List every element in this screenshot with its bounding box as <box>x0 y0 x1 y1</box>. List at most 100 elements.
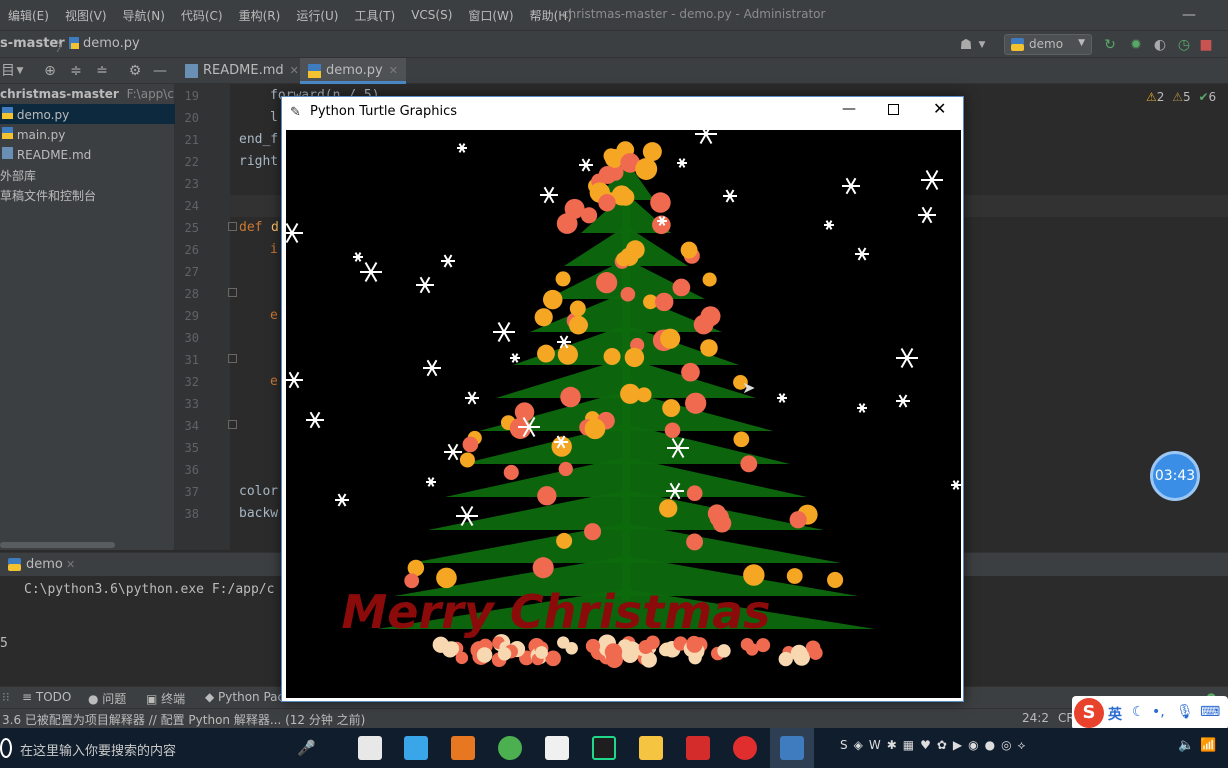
cortana-icon[interactable] <box>0 738 12 758</box>
tree-root[interactable]: christmas-master F:\app\chri <box>0 84 175 104</box>
fold-marker-icon[interactable] <box>228 222 237 231</box>
fold-marker-icon[interactable] <box>228 288 237 297</box>
project-toolbar: 目 ▼ ⊕ ≑ ≐ ⚙ — <box>0 58 175 84</box>
line-number: 34 <box>184 419 199 433</box>
app-video-editor-icon[interactable] <box>545 736 569 760</box>
app-file-explorer-icon[interactable] <box>639 736 663 760</box>
markdown-file-icon <box>2 147 13 159</box>
taskbar-search[interactable]: 在这里输入你要搜索的内容 <box>20 740 176 759</box>
status-message[interactable]: 3.6 已被配置为项目解释器 // 配置 Python 解释器... (12 分… <box>2 711 365 728</box>
app-wps-icon[interactable] <box>686 736 710 760</box>
close-icon[interactable]: ✕ <box>389 64 398 77</box>
menu-vcs[interactable]: VCS(S) <box>403 8 460 22</box>
ornament <box>662 399 681 417</box>
recording-timer[interactable]: 03:43 <box>1150 451 1200 501</box>
keyboard-icon[interactable]: ⌨ <box>1200 704 1220 720</box>
tree-item-main[interactable]: main.py <box>0 124 175 144</box>
terminal-tool-button[interactable]: ▣ 终端 <box>146 690 185 707</box>
gear-icon[interactable]: ⚙ <box>127 63 143 79</box>
tab-demo[interactable]: demo.py ✕ <box>300 58 406 84</box>
snowflake <box>855 247 869 261</box>
menu-refactor[interactable]: 重构(R) <box>231 7 289 24</box>
run-tab-label[interactable]: demo <box>26 557 63 572</box>
debug-icon[interactable]: ✹ <box>1128 37 1144 53</box>
moon-icon[interactable]: ☾ <box>1132 704 1145 720</box>
tree-item-external-libs[interactable]: 外部库 <box>0 164 175 184</box>
menu-view[interactable]: 视图(V) <box>57 7 115 24</box>
app-matlab-icon[interactable] <box>451 736 475 760</box>
minimize-button[interactable]: — <box>1178 4 1200 26</box>
network-icon[interactable]: 📶 <box>1200 738 1216 753</box>
ornament <box>584 523 602 541</box>
fold-marker-icon[interactable] <box>228 420 237 429</box>
chevron-down-icon[interactable]: ▼ <box>12 63 28 79</box>
todo-tool-button[interactable]: ≡ TODO <box>22 690 71 704</box>
menu-navigate[interactable]: 导航(N) <box>115 7 173 24</box>
app-pycharm-icon[interactable] <box>592 736 616 760</box>
taskbar: 在这里输入你要搜索的内容 🎤 S◈W✱▦♥✿▶◉●◎⟡ 🔈 📶 <box>0 728 1228 768</box>
line-number: 33 <box>184 397 199 411</box>
close-button[interactable]: ✕ <box>933 99 946 118</box>
app-chrome-icon[interactable] <box>498 736 522 760</box>
tree-item-readme[interactable]: README.md <box>0 144 175 164</box>
rerun-icon[interactable]: ↻ <box>1102 37 1118 53</box>
coverage-icon[interactable]: ◐ <box>1152 37 1168 53</box>
christmas-scene: Merry Christmas <box>286 130 961 669</box>
profile-icon[interactable]: ◷ <box>1176 37 1192 53</box>
close-icon[interactable]: ✕ <box>66 558 75 571</box>
breadcrumb-file[interactable]: demo.py <box>83 36 140 51</box>
menu-run[interactable]: 运行(U) <box>288 7 346 24</box>
feather-icon: ✎ <box>290 105 301 120</box>
tab-readme[interactable]: README.md ✕ <box>177 58 307 84</box>
maximize-button[interactable] <box>888 104 899 115</box>
menu-tools[interactable]: 工具(T) <box>346 7 403 24</box>
sogou-logo-icon[interactable]: S <box>1074 698 1104 728</box>
expand-all-icon[interactable]: ≑ <box>68 63 84 79</box>
close-icon[interactable]: ✕ <box>290 64 299 77</box>
snowflake <box>842 177 860 195</box>
fold-marker-icon[interactable] <box>228 354 237 363</box>
app-netease-music-icon[interactable] <box>733 736 757 760</box>
todo-label: TODO <box>35 690 72 704</box>
horizontal-scrollbar[interactable] <box>0 542 115 548</box>
menu-code[interactable]: 代码(C) <box>173 7 231 24</box>
tree-item-scratches[interactable]: 草稿文件和控制台 <box>0 184 175 204</box>
caret-position[interactable]: 24:2 <box>1022 711 1049 725</box>
list-icon: ⁝⁝ <box>2 690 10 704</box>
snowflake <box>777 393 787 403</box>
app-paint-icon[interactable] <box>358 736 382 760</box>
line-number: 31 <box>184 353 199 367</box>
collapse-all-icon[interactable]: ≐ <box>94 63 110 79</box>
volume-icon[interactable]: 🔈 <box>1178 738 1194 753</box>
problems-tool-button[interactable]: ● 问题 <box>88 690 126 707</box>
menu-window[interactable]: 窗口(W) <box>460 7 521 24</box>
line-number: 25 <box>184 221 199 235</box>
turtle-window[interactable]: ✎ Python Turtle Graphics — ✕ Merry Chris… <box>281 96 964 702</box>
stop-icon[interactable]: ■ <box>1198 37 1214 53</box>
ornament <box>693 314 714 335</box>
system-tray-icons[interactable]: S◈W✱▦♥✿▶◉●◎⟡ <box>840 738 1032 753</box>
editor-tabs: README.md ✕ demo.py ✕ <box>175 58 1228 84</box>
hide-icon[interactable]: — <box>152 63 168 79</box>
minimize-button[interactable]: — <box>842 101 856 117</box>
python-icon <box>1011 38 1024 51</box>
app-linkage-icon[interactable] <box>404 736 428 760</box>
tree-item-label: 草稿文件和控制台 <box>0 189 97 203</box>
ornament <box>620 383 641 404</box>
user-icon[interactable]: ☗ <box>958 37 974 53</box>
ornament <box>569 300 586 317</box>
breadcrumb-project[interactable]: s-master <box>0 36 65 51</box>
menu-edit[interactable]: 编辑(E) <box>0 7 57 24</box>
tree-item-demo[interactable]: demo.py <box>0 104 175 124</box>
app-python-icon[interactable] <box>780 736 804 760</box>
ime-language-toggle[interactable]: 英 <box>1108 704 1122 724</box>
microphone-icon[interactable]: 🎙 <box>1176 704 1194 720</box>
menu-bar: 编辑(E) 视图(V) 导航(N) 代码(C) 重构(R) 运行(U) 工具(T… <box>0 0 1228 30</box>
locate-icon[interactable]: ⊕ <box>42 63 58 79</box>
chevron-down-icon[interactable]: ▼ <box>974 37 990 53</box>
microphone-icon[interactable]: 🎤 <box>297 739 316 757</box>
punctuation-icon[interactable]: •, <box>1152 704 1165 720</box>
run-config-select[interactable]: demo ▼ <box>1004 34 1092 55</box>
python-packages-tool-button[interactable]: ◆ Python Pac <box>205 690 284 704</box>
inspection-widget[interactable]: ⚠2 ⚠5 ✔6 <box>1146 90 1216 104</box>
